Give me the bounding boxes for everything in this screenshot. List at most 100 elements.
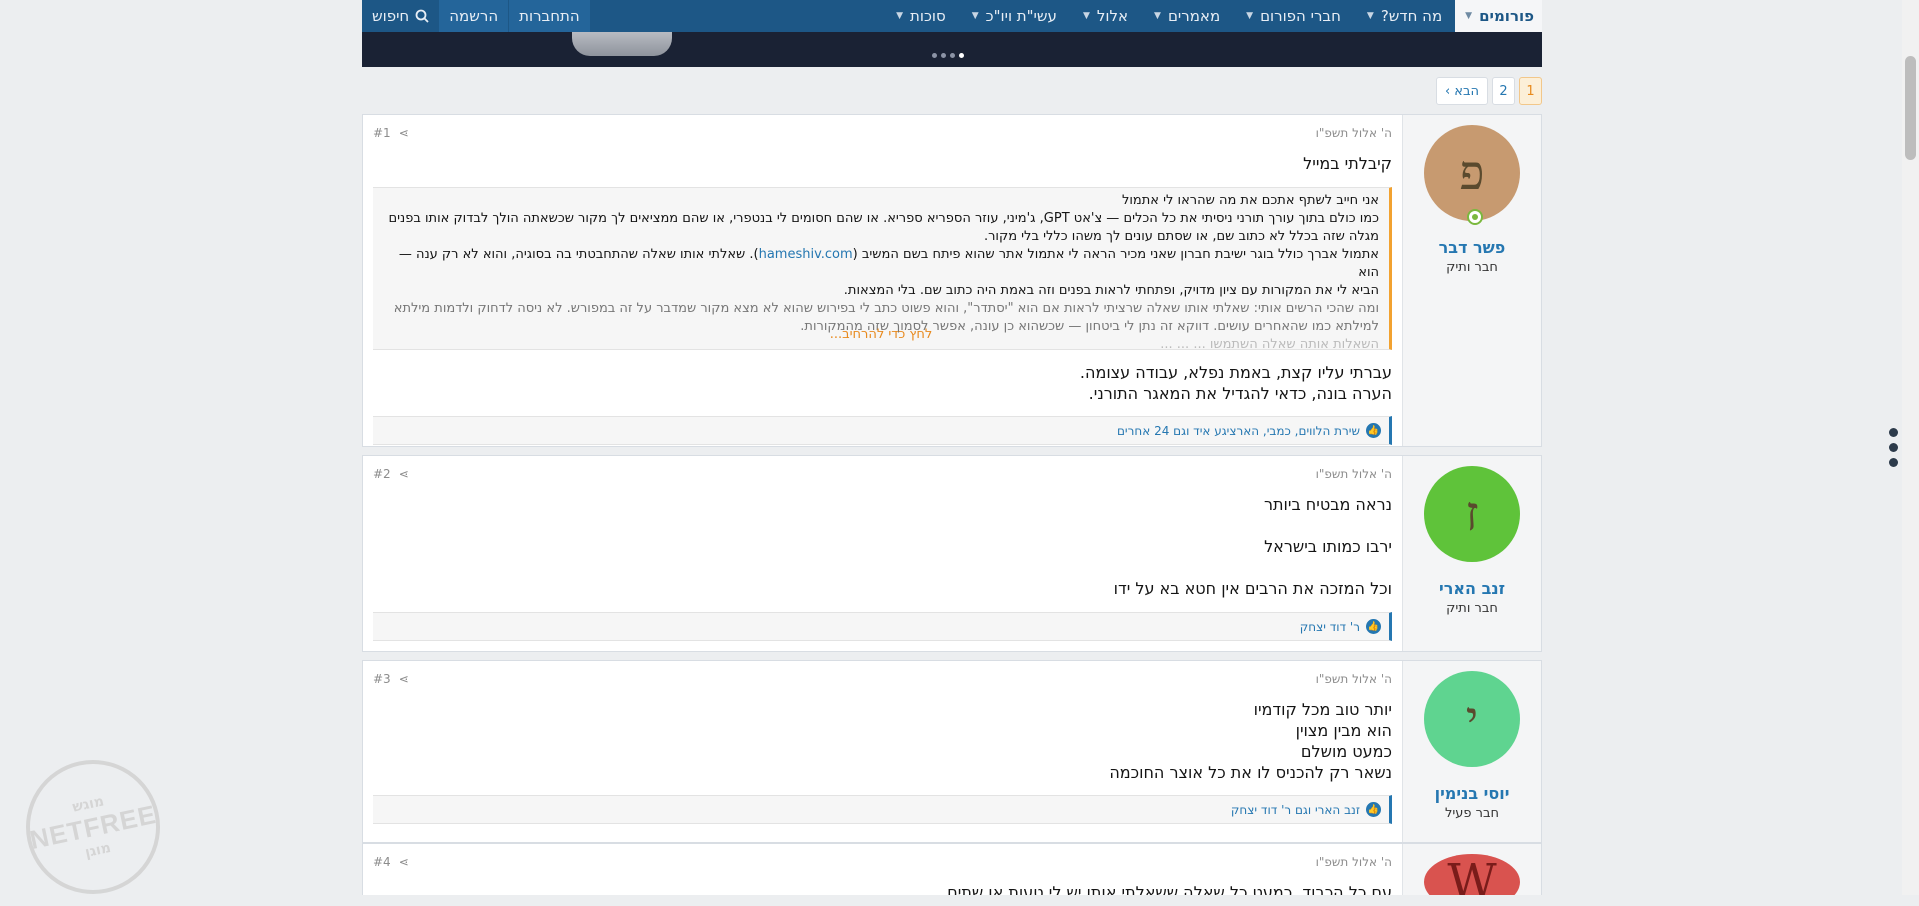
nav-forums-label: פורומים: [1479, 7, 1534, 25]
avatar[interactable]: פ: [1424, 125, 1520, 225]
next-page-button[interactable]: הבא ›: [1435, 77, 1488, 105]
carousel-dot[interactable]: [932, 53, 937, 58]
post-text: יותר טוב מכל קודמיו הוא מבין מצוין כמעט …: [373, 699, 1392, 783]
user-panel: W: [1402, 844, 1541, 895]
post-date[interactable]: ה' אלול תשפ"ו: [1316, 855, 1392, 869]
user-title: חבר ותיק: [1446, 260, 1498, 275]
banner-carousel: [362, 32, 1542, 67]
reactions-bar[interactable]: 👍 זנב הארי וגם ר' דוד יצחק: [373, 795, 1392, 824]
register-button[interactable]: הרשמה: [439, 0, 509, 32]
netfree-watermark: מוגש NETFREE מוגן: [13, 747, 173, 906]
quote-line: מגלה שזה בכלל לא כתוב שם, או שסתם עונים …: [983, 229, 1379, 244]
quote-line: ומה שהכי הרשים אותי: שאלתי אותו שאלה שרצ…: [393, 301, 1379, 316]
nav-forums[interactable]: פורומים ▼: [1455, 0, 1542, 32]
carousel-dot-active[interactable]: [959, 53, 964, 58]
scrollbar[interactable]: [1902, 0, 1919, 895]
post-main: ה' אלול תשפ"ו #2 ⋖ נראה מבטיח ביותר ירבו…: [363, 456, 1402, 651]
page-1[interactable]: 1: [1519, 77, 1542, 105]
chevron-down-icon[interactable]: ▼: [1083, 11, 1090, 21]
login-button[interactable]: התחברות: [509, 0, 590, 32]
reactions-bar[interactable]: 👍 שירת הלווים, כמבי, הארציגע איד וגם 24 …: [373, 416, 1392, 445]
avatar-letter: י: [1465, 691, 1479, 747]
page-2[interactable]: 2: [1492, 77, 1515, 105]
avatar-letter: W: [1447, 854, 1497, 895]
post-line: הערה בונה, כדאי להגדיל את המאגר התורני.: [1088, 384, 1392, 403]
post-line: הוא מבין מצוין: [1295, 721, 1392, 740]
top-navbar: פורומים ▼ מה חדש? ▼ חברי הפורום ▼ מאמרים…: [362, 0, 1542, 32]
post-date[interactable]: ה' אלול תשפ"ו: [1316, 467, 1392, 481]
chevron-down-icon[interactable]: ▼: [896, 11, 903, 21]
nav-whats-new[interactable]: מה חדש? ▼: [1354, 0, 1455, 32]
post-number[interactable]: #4: [373, 855, 391, 869]
reactions-bar[interactable]: 👍 ר' דוד יצחק: [373, 612, 1392, 641]
reactions-list[interactable]: ר' דוד יצחק: [1300, 620, 1360, 634]
like-icon: 👍: [1366, 619, 1381, 634]
search-button[interactable]: חיפוש: [362, 0, 439, 32]
search-icon: [415, 9, 429, 23]
post-main: ה' אלול תשפ"ו #3 ⋖ יותר טוב מכל קודמיו ה…: [363, 661, 1402, 842]
scrollbar-thumb[interactable]: [1905, 56, 1916, 160]
post-number[interactable]: #3: [373, 672, 391, 686]
reactions-list[interactable]: זנב הארי וגם ר' דוד יצחק: [1231, 803, 1360, 817]
post-date[interactable]: ה' אלול תשפ"ו: [1316, 672, 1392, 686]
share-icon[interactable]: ⋖: [399, 672, 409, 686]
post-number[interactable]: #2: [373, 467, 391, 481]
share-icon[interactable]: ⋖: [399, 467, 409, 481]
nav-sukkot-label: סוכות: [910, 7, 946, 25]
quote-block: אני חייב לשתף אתכם את מה שהראו לי אתמול …: [373, 187, 1392, 350]
post-line: וכל המזכה את הרבים אין חטא בא על ידו: [1113, 579, 1392, 598]
avatar[interactable]: י: [1424, 671, 1520, 767]
carousel-dots: [932, 53, 964, 58]
nav-ase-yk-label: עשי"ת ויו"כ: [985, 7, 1057, 25]
like-icon: 👍: [1366, 802, 1381, 817]
chevron-down-icon[interactable]: ▼: [1246, 11, 1253, 21]
nav-ase-yk[interactable]: עשי"ת ויו"כ ▼: [959, 0, 1070, 32]
like-icon: 👍: [1366, 423, 1381, 438]
user-title: חבר פעיל: [1444, 806, 1500, 821]
chevron-down-icon[interactable]: ▼: [1154, 11, 1161, 21]
post-4: W ה' אלול תשפ"ו #4 ⋖ עם כל הכבוד, כמעט כ…: [362, 843, 1542, 895]
username[interactable]: יוסי בנימין: [1435, 784, 1510, 803]
post-line: נראה מבטיח ביותר: [1263, 495, 1392, 514]
avatar-letter: פ: [1459, 145, 1485, 201]
chevron-down-icon[interactable]: ▼: [972, 11, 979, 21]
chevron-down-icon[interactable]: ▼: [1367, 11, 1374, 21]
avatar[interactable]: ז: [1424, 466, 1520, 562]
banner-image: [572, 32, 672, 56]
nav-elul-label: אלול: [1096, 7, 1129, 25]
expand-quote-link[interactable]: לחץ כדי להרחיב...: [373, 326, 1389, 344]
post-line: עברתי עליו קצת, באמת נפלא, עבודה עצומה.: [1079, 363, 1392, 382]
avatar-letter: ז: [1465, 486, 1479, 542]
share-icon[interactable]: ⋖: [399, 126, 409, 140]
carousel-dot[interactable]: [941, 53, 946, 58]
nav-elul[interactable]: אלול ▼: [1070, 0, 1141, 32]
post-text: עם כל הכבוד, כמעט כל שאלה ששאלתי אותו יש…: [947, 883, 1392, 895]
chevron-down-icon[interactable]: ▼: [1465, 11, 1472, 21]
post-text: נראה מבטיח ביותר ירבו כמותו בישראל וכל ה…: [373, 494, 1392, 599]
nav-articles[interactable]: מאמרים ▼: [1141, 0, 1233, 32]
quote-text: אתמול אברך כולל בוגר ישיבת חברון שאני מכ…: [852, 247, 1379, 262]
quote-link[interactable]: hameshiv.com: [759, 247, 853, 262]
avatar[interactable]: W: [1424, 854, 1520, 895]
search-label: חיפוש: [372, 7, 410, 25]
username[interactable]: זנב הארי: [1439, 579, 1505, 598]
share-icon[interactable]: ⋖: [399, 855, 409, 869]
nav-sukkot[interactable]: סוכות ▼: [883, 0, 959, 32]
floating-menu-icon[interactable]: [1889, 428, 1898, 467]
post-line: יותר טוב מכל קודמיו: [1253, 700, 1392, 719]
carousel-dot[interactable]: [950, 53, 955, 58]
user-panel: י יוסי בנימין חבר פעיל: [1402, 661, 1541, 842]
user-panel: פ פשר דבר חבר ותיק: [1402, 115, 1541, 446]
post-attribution: ה' אלול תשפ"ו #1 ⋖: [373, 123, 1392, 143]
post-number[interactable]: #1: [373, 126, 391, 140]
post-date[interactable]: ה' אלול תשפ"ו: [1316, 126, 1392, 140]
username[interactable]: פשר דבר: [1439, 238, 1506, 257]
quote-line: כמו כולם בתוך עורך תורני ניסיתי את כל הכ…: [388, 211, 1380, 226]
nav-whats-new-label: מה חדש?: [1380, 7, 1443, 25]
nav-members[interactable]: חברי הפורום ▼: [1233, 0, 1354, 32]
post-attribution: ה' אלול תשפ"ו #4 ⋖: [373, 852, 1392, 872]
nav-members-label: חברי הפורום: [1260, 7, 1341, 25]
reactions-list[interactable]: שירת הלווים, כמבי, הארציגע איד וגם 24 אח…: [1117, 424, 1360, 438]
quote-line: הביא לי את המקורות עם ציון מדויק, ופתחתי…: [843, 283, 1379, 298]
